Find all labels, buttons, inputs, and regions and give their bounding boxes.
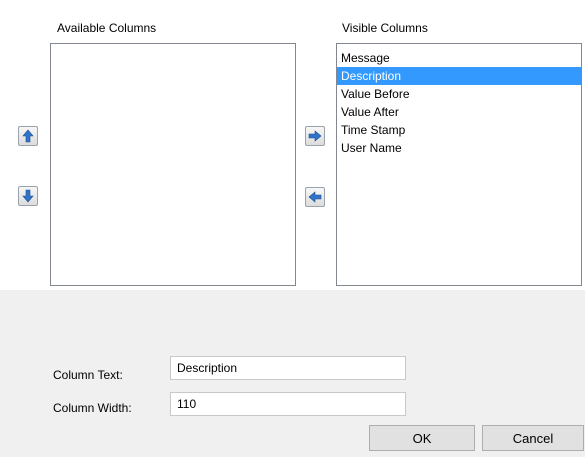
cancel-button[interactable]: Cancel (482, 425, 584, 451)
list-item[interactable]: Value After (337, 103, 581, 121)
move-left-button[interactable] (305, 187, 325, 207)
column-width-field[interactable] (170, 392, 406, 416)
list-item[interactable]: Message (337, 49, 581, 67)
visible-columns-list[interactable]: Message Description Value Before Value A… (336, 43, 582, 286)
ok-button[interactable]: OK (369, 425, 475, 451)
arrow-right-icon (308, 130, 322, 142)
list-item-selected[interactable]: Description (337, 67, 581, 85)
column-properties-panel: Column Text: Column Width: OK Cancel (0, 290, 585, 457)
column-width-label: Column Width: (53, 401, 132, 415)
arrow-up-icon (22, 129, 34, 143)
arrow-left-icon (308, 191, 322, 203)
list-item[interactable]: Time Stamp (337, 121, 581, 139)
list-item[interactable]: Value Before (337, 85, 581, 103)
move-right-button[interactable] (305, 126, 325, 146)
move-down-button[interactable] (18, 186, 38, 206)
move-up-button[interactable] (18, 126, 38, 146)
available-columns-list[interactable] (50, 43, 296, 286)
column-text-field[interactable] (170, 356, 406, 380)
arrow-down-icon (22, 189, 34, 203)
column-text-label: Column Text: (53, 368, 123, 382)
visible-columns-label: Visible Columns (342, 21, 428, 35)
available-columns-label: Available Columns (57, 21, 157, 35)
list-item[interactable]: User Name (337, 139, 581, 157)
